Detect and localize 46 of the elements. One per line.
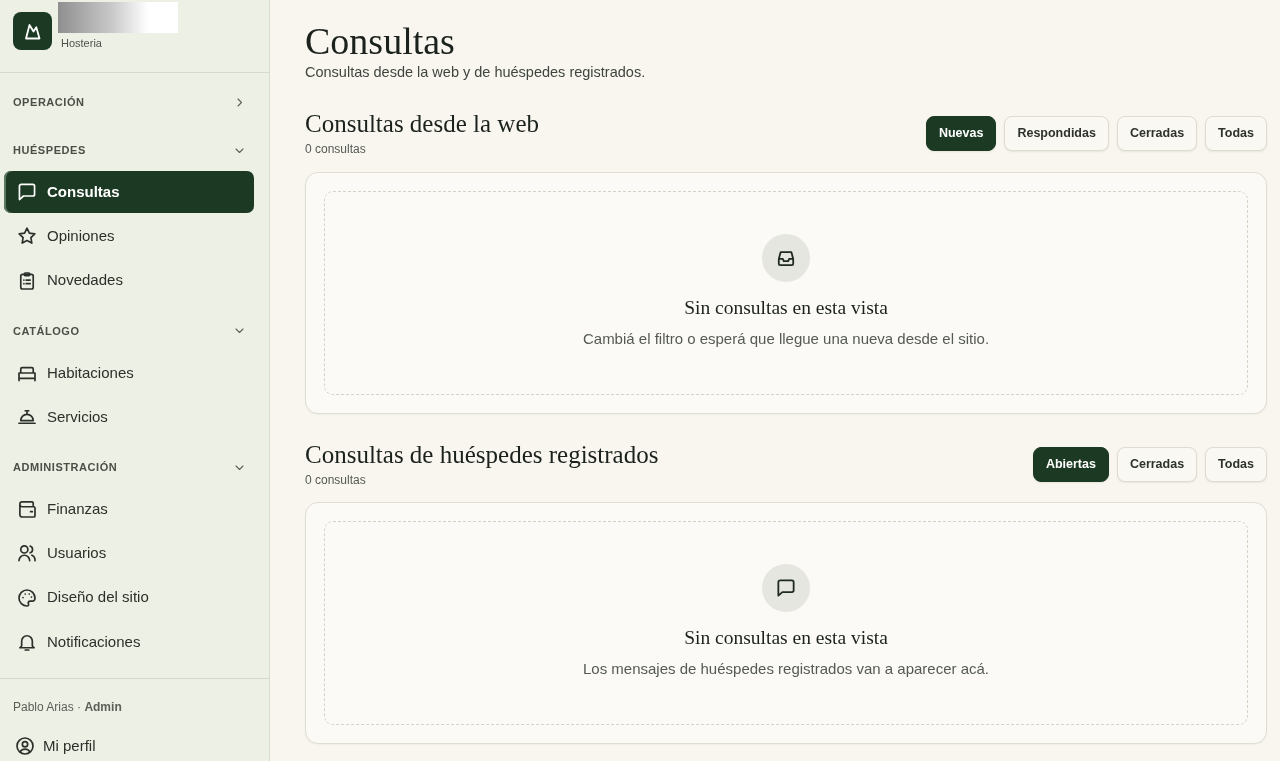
bed-icon bbox=[19, 364, 35, 381]
brand-subtitle: Hosteria bbox=[61, 36, 102, 50]
sidebar-section-toggle[interactable]: HUÉSPEDES bbox=[0, 121, 269, 169]
filter-button[interactable]: Abiertas bbox=[1032, 446, 1109, 482]
sidebar-item[interactable]: Consultas bbox=[4, 171, 254, 214]
bell-icon bbox=[19, 633, 35, 650]
filter-button[interactable]: Cerradas bbox=[1116, 115, 1198, 151]
profile-link[interactable]: Mi perfil bbox=[17, 735, 96, 756]
sidebar-section-toggle[interactable]: OPERACIÓN bbox=[0, 73, 269, 121]
palette-icon bbox=[19, 589, 35, 606]
sidebar-item[interactable]: Notificaciones bbox=[4, 620, 254, 663]
user-circle-icon bbox=[17, 737, 33, 754]
page-subtitle: Consultas desde la web y de huéspedes registrados. bbox=[305, 63, 646, 82]
wallet-icon bbox=[19, 501, 35, 518]
inquiry-count: 0 consultas bbox=[305, 472, 366, 489]
chat-bubble-icon bbox=[19, 184, 35, 201]
filter-button[interactable]: Todas bbox=[1205, 446, 1267, 482]
sidebar-item[interactable]: Habitaciones bbox=[4, 351, 254, 394]
clipboard-icon bbox=[19, 272, 35, 289]
sidebar-section-toggle[interactable]: ADMINISTRACIÓN bbox=[0, 438, 269, 487]
sidebar-item[interactable]: Usuarios bbox=[4, 532, 254, 575]
empty-state-title: Sin consultas en esta vista bbox=[684, 296, 888, 320]
sidebar-item[interactable]: Finanzas bbox=[4, 488, 254, 531]
sidebar-item[interactable]: Servicios bbox=[4, 395, 254, 439]
empty-state-message: Cambiá el filtro o esperá que llegue una nueva desde el sitio. bbox=[582, 329, 990, 349]
section-title: Consultas desde la web bbox=[305, 109, 539, 139]
chat-bubble-icon bbox=[762, 564, 810, 612]
star-icon bbox=[19, 228, 35, 245]
empty-state-title: Sin consultas en esta vista bbox=[684, 626, 888, 650]
mountain-logo-icon bbox=[13, 12, 52, 50]
users-icon bbox=[19, 545, 35, 562]
user-name-text: Pablo Arias · Admin bbox=[13, 698, 122, 715]
empty-state-message: Los mensajes de huéspedes registrados van a aparecer acá. bbox=[582, 659, 990, 679]
filter-button[interactable]: Nuevas bbox=[925, 115, 997, 151]
section-title: Consultas de huéspedes registrados bbox=[305, 440, 659, 470]
filter-button[interactable]: Cerradas bbox=[1116, 446, 1198, 482]
page-title: Consultas bbox=[305, 20, 455, 62]
tray-icon bbox=[762, 234, 810, 282]
sidebar-item[interactable]: Diseño del sitio bbox=[4, 576, 254, 619]
filter-button[interactable]: Todas bbox=[1205, 115, 1267, 151]
service-bell-icon bbox=[19, 409, 35, 425]
sidebar-item[interactable]: Opiniones bbox=[4, 215, 254, 258]
sidebar-item[interactable]: Novedades bbox=[4, 259, 254, 302]
inquiry-count: 0 consultas bbox=[305, 141, 366, 158]
filter-button[interactable]: Respondidas bbox=[1004, 115, 1109, 151]
sidebar-section-toggle[interactable]: CATÁLOGO bbox=[0, 301, 269, 350]
